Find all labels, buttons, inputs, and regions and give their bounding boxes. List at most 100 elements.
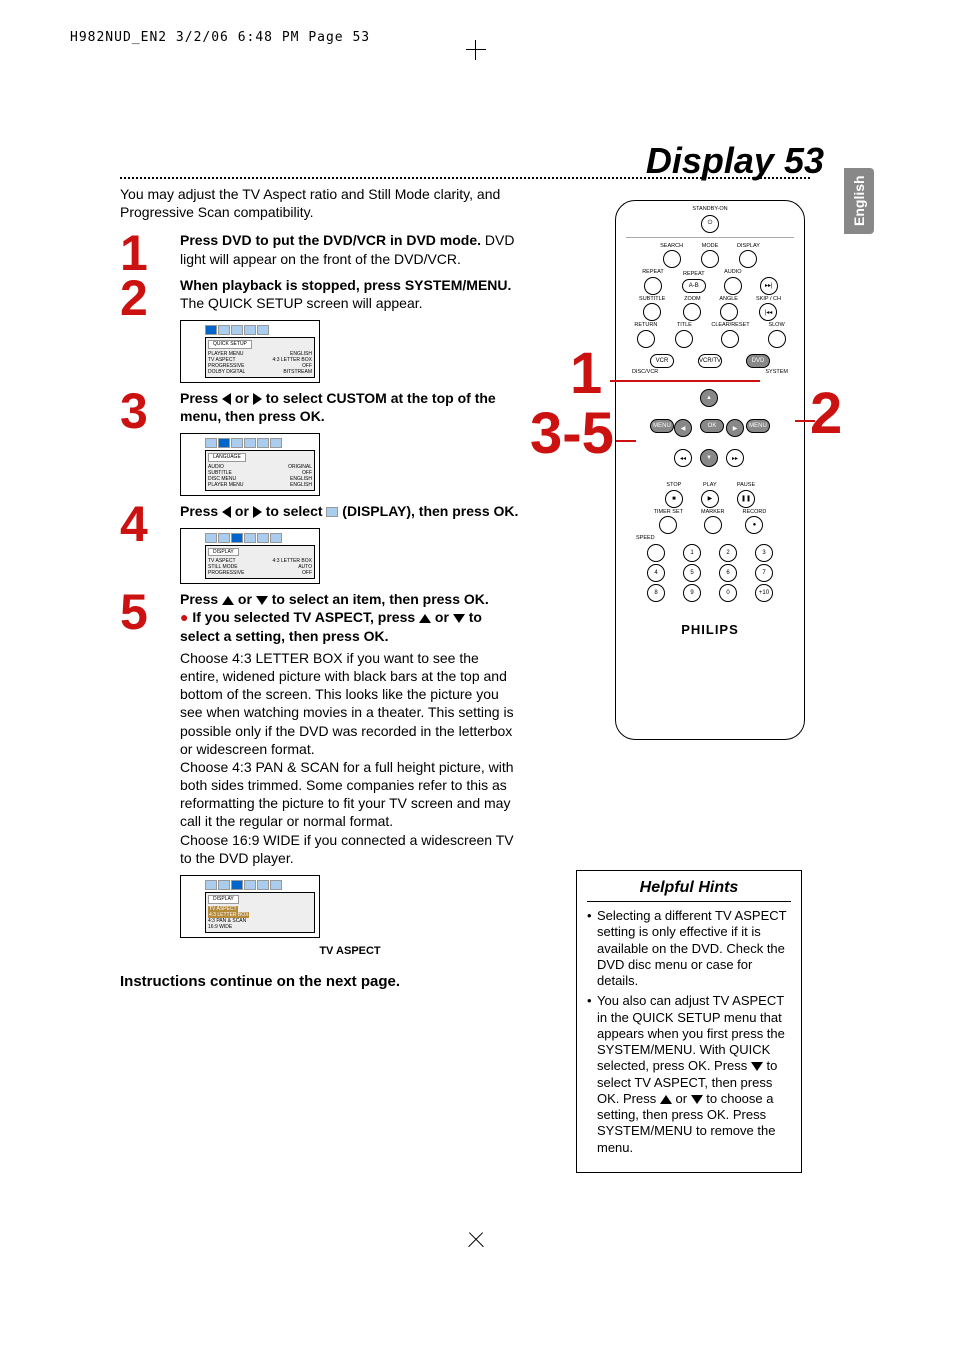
step-number: 4 xyxy=(120,492,148,557)
angle-button[interactable] xyxy=(720,303,738,321)
l: TIMER SET xyxy=(654,510,683,516)
triangle-left-icon xyxy=(222,506,231,518)
osd-header: LANGUAGE xyxy=(208,453,246,462)
dpad-down-button[interactable]: ▼ xyxy=(700,449,718,467)
l: RECORD xyxy=(743,510,767,516)
return-button[interactable] xyxy=(637,330,655,348)
triangle-left-icon xyxy=(222,393,231,405)
num-7-button[interactable]: 7 xyxy=(755,564,773,582)
l: ANGLE xyxy=(719,297,738,303)
marker-button[interactable] xyxy=(704,516,722,534)
skip-fwd-button[interactable]: ▸▸| xyxy=(760,277,778,295)
l: DISC/VCR xyxy=(632,370,658,376)
l: SLOW xyxy=(768,323,784,329)
stop-button[interactable]: ■ xyxy=(665,490,683,508)
zoom-button[interactable] xyxy=(683,303,701,321)
num-4-button[interactable]: 4 xyxy=(647,564,665,582)
l: REPEAT xyxy=(642,270,664,276)
t: Press xyxy=(180,503,222,519)
t: or xyxy=(231,503,253,519)
rewind-button[interactable]: ◂◂ xyxy=(674,449,692,467)
pause-button[interactable]: ❚❚ xyxy=(737,490,755,508)
triangle-right-icon xyxy=(253,393,262,405)
step-number: 2 xyxy=(120,266,148,331)
menu-right-button[interactable]: MENU xyxy=(746,419,770,433)
l: PAUSE xyxy=(737,483,755,489)
repeat-ab-button[interactable]: A-B xyxy=(682,279,706,293)
l: SKIP / CH xyxy=(756,297,781,303)
menu-left-button[interactable]: MENU xyxy=(650,419,674,433)
subtitle-button[interactable] xyxy=(643,303,661,321)
num-8-button[interactable]: 8 xyxy=(647,584,665,602)
hint-item: Selecting a different TV ASPECT setting … xyxy=(587,908,791,989)
ffwd-button[interactable]: ▸▸ xyxy=(726,449,744,467)
l: DISPLAY xyxy=(737,244,760,250)
num-3-button[interactable]: 3 xyxy=(755,544,773,562)
l: STOP xyxy=(666,483,681,489)
vcrtv-button[interactable]: VCR/TV xyxy=(698,354,722,368)
num-2-button[interactable]: 2 xyxy=(719,544,737,562)
t: to select an item, then press OK. xyxy=(268,591,489,607)
repeat-button[interactable] xyxy=(644,277,662,295)
callout-line xyxy=(610,380,760,382)
ok-button[interactable]: OK xyxy=(700,419,724,433)
clear-reset-button[interactable] xyxy=(721,330,739,348)
osd-tv-aspect: DISPLAY TV ASPECT 4:3 LETTER BOX 4:3 PAN… xyxy=(180,875,320,938)
dotted-rule xyxy=(120,177,810,179)
crop-mark xyxy=(462,1226,490,1254)
t: or xyxy=(234,591,256,607)
page-title: Display 53 xyxy=(646,140,824,182)
speed-button[interactable] xyxy=(647,544,665,562)
t: to select xyxy=(262,503,327,519)
audio-button[interactable] xyxy=(724,277,742,295)
l: ZOOM xyxy=(684,297,701,303)
skip-back-button[interactable]: |◂◂ xyxy=(759,303,777,321)
osd-display: DISPLAY TV ASPECT4:3 LETTER BOX STILL MO… xyxy=(180,528,320,585)
continue-text: Instructions continue on the next page. xyxy=(120,972,520,992)
bullet-icon: ● xyxy=(180,609,188,625)
num-6-button[interactable]: 6 xyxy=(719,564,737,582)
title-button[interactable] xyxy=(675,330,693,348)
t: You also can adjust TV ASPECT in the QUI… xyxy=(597,993,785,1073)
l: SUBTITLE xyxy=(639,297,665,303)
l: TITLE xyxy=(677,323,692,329)
mode-button[interactable] xyxy=(701,250,719,268)
osd-header: DISPLAY xyxy=(208,548,239,557)
step-1: 1 Press DVD to put the DVD/VCR in DVD mo… xyxy=(120,231,520,267)
search-button[interactable] xyxy=(663,250,681,268)
l: SEARCH xyxy=(660,244,683,250)
l: REPEAT xyxy=(683,272,705,278)
triangle-down-icon xyxy=(691,1095,703,1104)
helpful-hints-box: Helpful Hints Selecting a different TV A… xyxy=(576,870,802,1173)
num-9-button[interactable]: 9 xyxy=(683,584,701,602)
record-button[interactable]: ● xyxy=(745,516,763,534)
num-1-button[interactable]: 1 xyxy=(683,544,701,562)
play-button[interactable]: ▶ xyxy=(701,490,719,508)
standby-button[interactable]: ⏻ xyxy=(701,215,719,233)
osd-language: LANGUAGE AUDIOORIGINAL SUBTITLEOFF DISC … xyxy=(180,433,320,496)
dpad-up-button[interactable]: ▲ xyxy=(700,389,718,407)
l: AUDIO xyxy=(724,270,741,276)
print-header: H982NUD_EN2 3/2/06 6:48 PM Page 53 xyxy=(70,30,370,45)
dpad-left-button[interactable]: ◀ xyxy=(674,419,692,437)
triangle-down-icon xyxy=(751,1062,763,1071)
num-plus10-button[interactable]: +10 xyxy=(755,584,773,602)
triangle-up-icon xyxy=(419,614,431,623)
num-0-button[interactable]: 0 xyxy=(719,584,737,602)
dpad: MENU MENU ▲ ◀ OK ▶ ◂◂ ▼ ▸▸ xyxy=(650,379,770,479)
hint-item: You also can adjust TV ASPECT in the QUI… xyxy=(587,993,791,1156)
step-4: 4 Press or to select (DISPLAY), then pre… xyxy=(120,502,520,520)
step-1-bold: Press DVD to put the DVD/VCR in DVD mode… xyxy=(180,232,481,248)
step-3: 3 Press or to select CUSTOM at the top o… xyxy=(120,389,520,425)
dpad-right-button[interactable]: ▶ xyxy=(726,419,744,437)
vcr-button[interactable]: VCR xyxy=(650,354,674,368)
osd-caption: TV ASPECT xyxy=(180,944,520,958)
slow-button[interactable] xyxy=(768,330,786,348)
display-button[interactable] xyxy=(739,250,757,268)
step-number: 5 xyxy=(120,580,148,645)
callout-2: 2 xyxy=(810,380,842,447)
crop-mark xyxy=(466,40,486,60)
dvd-button[interactable]: DVD xyxy=(746,354,770,368)
num-5-button[interactable]: 5 xyxy=(683,564,701,582)
timer-set-button[interactable] xyxy=(659,516,677,534)
